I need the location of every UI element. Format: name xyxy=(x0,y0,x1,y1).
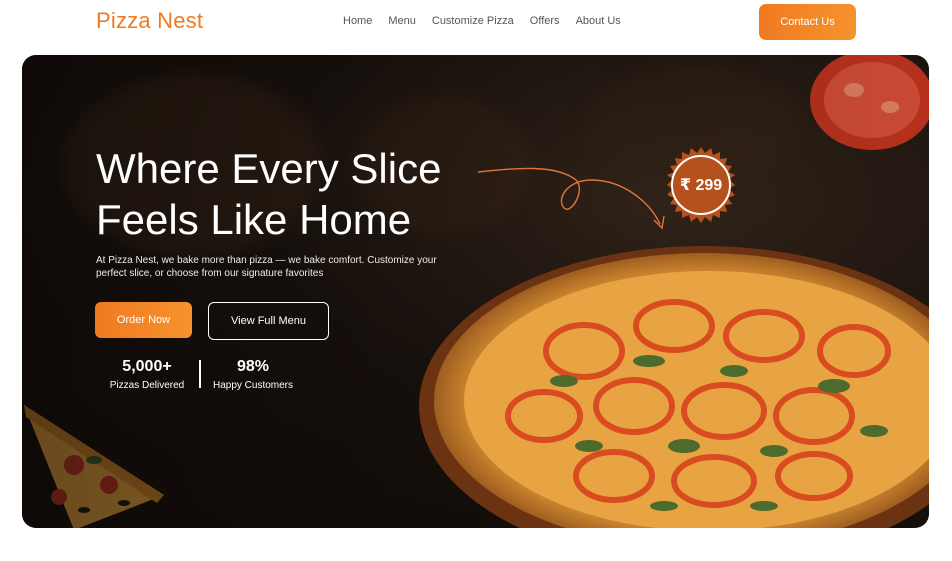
curved-arrow-icon xyxy=(477,167,665,230)
stat-divider xyxy=(199,360,201,388)
contact-us-button[interactable]: Contact Us xyxy=(759,4,856,40)
price-badge-text: ₹ 299 xyxy=(679,177,723,194)
hero-description: At Pizza Nest, we bake more than pizza —… xyxy=(96,255,437,279)
nav-about-us[interactable]: About Us xyxy=(576,15,621,27)
nav-customize-pizza[interactable]: Customize Pizza xyxy=(432,15,514,27)
order-now-button[interactable]: Order Now xyxy=(95,302,192,338)
price-badge: ₹ 299 xyxy=(663,147,739,223)
hero-banner: Where Every Slice Feels Like Home At Piz… xyxy=(22,55,929,528)
nav-home[interactable]: Home xyxy=(343,15,372,27)
nav-menu[interactable]: Menu xyxy=(388,15,416,27)
brand-logo[interactable]: Pizza Nest xyxy=(96,8,203,34)
stat-label: Happy Customers xyxy=(212,380,294,391)
pizza-image xyxy=(419,246,929,528)
hero-title-line: Where Every Slice xyxy=(96,145,442,192)
stat-value: 5,000+ xyxy=(122,358,172,375)
nav-offers[interactable]: Offers xyxy=(530,15,560,27)
top-nav: Pizza Nest Home Menu Customize Pizza Off… xyxy=(0,0,952,46)
stat-pizzas-delivered: 5,000+ Pizzas Delivered xyxy=(106,358,188,391)
view-full-menu-button[interactable]: View Full Menu xyxy=(208,302,329,340)
hero-title: Where Every Slice Feels Like Home xyxy=(96,143,496,245)
stat-value: 98% xyxy=(236,358,270,375)
stat-label: Pizzas Delivered xyxy=(109,380,185,391)
stat-happy-customers: 98% Happy Customers xyxy=(208,358,298,391)
hero-title-line: Feels Like Home xyxy=(96,196,412,243)
nav-links: Home Menu Customize Pizza Offers About U… xyxy=(343,15,637,27)
